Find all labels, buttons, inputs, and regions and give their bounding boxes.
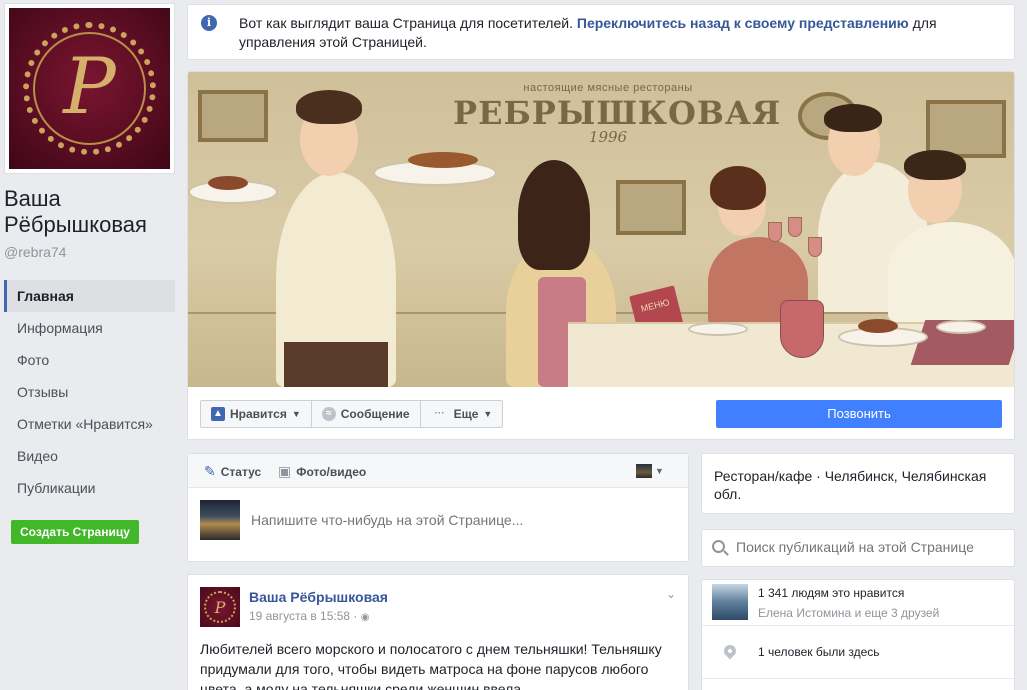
search-icon bbox=[712, 540, 725, 553]
laurel-wreath-icon bbox=[204, 591, 236, 623]
nav-item-videos[interactable]: Видео bbox=[4, 440, 175, 472]
profile-logo: P bbox=[9, 8, 170, 169]
call-button[interactable]: Позвонить bbox=[716, 400, 1002, 428]
nav-item-photos[interactable]: Фото bbox=[4, 344, 175, 376]
page-category[interactable]: Ресторан/кафе · Челябинск, Челябинская о… bbox=[714, 467, 1004, 503]
messenger-icon: ≈ bbox=[321, 407, 336, 421]
more-button[interactable]: ··· Еще ▼ bbox=[421, 401, 503, 427]
plate bbox=[688, 322, 748, 336]
notice-text-before: Вот как выглядит ваша Страница для посет… bbox=[239, 15, 573, 31]
create-page-button[interactable]: Создать Страницу bbox=[11, 520, 139, 544]
tab-status[interactable]: ✎ Статус bbox=[204, 463, 261, 480]
caret-down-icon: ▼ bbox=[291, 409, 301, 419]
page-handle[interactable]: @rebra74 bbox=[4, 244, 66, 260]
more-button-label: Еще bbox=[453, 407, 479, 421]
wall-picture bbox=[616, 180, 686, 235]
woman-hair bbox=[518, 160, 590, 270]
man-hair bbox=[904, 150, 966, 180]
tab-photo-label: Фото/видео bbox=[296, 464, 367, 479]
avatar bbox=[200, 500, 240, 540]
nav-item-home[interactable]: Главная bbox=[4, 280, 175, 312]
more-dots-icon: ··· bbox=[434, 408, 445, 419]
caret-down-icon: ▼ bbox=[655, 466, 664, 476]
post-options-chevron-icon[interactable]: ⌄ bbox=[666, 587, 676, 601]
pencil-icon: ✎ bbox=[204, 463, 216, 479]
feed-post: P Ваша Рёбрышковая 19 августа в 15:58 · … bbox=[187, 574, 689, 690]
food bbox=[208, 176, 248, 190]
post-composer: ✎ Статус ▣ Фото/видео ▼ bbox=[187, 453, 689, 562]
cover-brand-name: РЕБРЫШКОВАЯ bbox=[453, 94, 782, 132]
like-button-label: Нравится bbox=[230, 407, 287, 421]
left-column: P Ваша Рёбрышковая @rebra74 Главная Инфо… bbox=[0, 0, 180, 690]
post-author[interactable]: Ваша Рёбрышковая bbox=[249, 589, 388, 605]
nav-item-likes[interactable]: Отметки «Нравится» bbox=[4, 408, 175, 440]
page-nav: Главная Информация Фото Отзывы Отметки «… bbox=[4, 280, 175, 504]
tab-photo-video[interactable]: ▣ Фото/видео bbox=[278, 463, 366, 480]
profile-picture[interactable]: P bbox=[4, 3, 175, 174]
friends-who-like[interactable]: Елена Истомина и еще 3 друзей bbox=[758, 606, 939, 620]
post-avatar[interactable]: P bbox=[200, 587, 240, 627]
logo-letter: P bbox=[63, 41, 116, 132]
camera-icon: ▣ bbox=[278, 463, 292, 479]
caret-down-icon: ▼ bbox=[483, 409, 493, 419]
nav-item-info[interactable]: Информация bbox=[4, 312, 175, 344]
tab-status-label: Статус bbox=[220, 464, 262, 479]
checkins-count[interactable]: 1 человек были здесь bbox=[758, 645, 880, 659]
post-time-text: 19 августа в 15:58 · bbox=[249, 609, 361, 623]
like-button[interactable]: ▲ Нравится ▼ bbox=[201, 401, 312, 427]
page-title[interactable]: Ваша Рёбрышковая bbox=[4, 186, 179, 238]
wine-glass bbox=[788, 217, 802, 237]
wall-picture bbox=[198, 90, 268, 142]
message-button[interactable]: ≈ Сообщение bbox=[312, 401, 421, 427]
page-thumbnail bbox=[636, 464, 652, 478]
search-input[interactable] bbox=[736, 539, 1006, 555]
cover-card: настоящие мясные рестораны РЕБРЫШКОВАЯ 1… bbox=[187, 71, 1015, 440]
action-button-group: ▲ Нравится ▼ ≈ Сообщение ··· Еще ▼ bbox=[200, 400, 504, 428]
friend-avatar[interactable] bbox=[712, 584, 748, 620]
globe-icon: ◉ bbox=[360, 612, 370, 623]
composer-body bbox=[200, 500, 680, 544]
likes-row: 1 341 людям это нравится Елена Истомина … bbox=[702, 580, 1014, 626]
nav-item-reviews[interactable]: Отзывы bbox=[4, 376, 175, 408]
cover-photo[interactable]: настоящие мясные рестораны РЕБРЫШКОВАЯ 1… bbox=[188, 72, 1014, 387]
menu-book-label: МЕНЮ bbox=[639, 297, 671, 314]
composer-tabs: ✎ Статус ▣ Фото/видео ▼ bbox=[188, 454, 688, 488]
wine-decanter bbox=[780, 300, 824, 358]
category-card: Ресторан/кафе · Челябинск, Челябинская о… bbox=[701, 453, 1015, 514]
wine-glass bbox=[768, 222, 782, 242]
composer-input[interactable] bbox=[251, 512, 671, 528]
waiter2-hair bbox=[824, 104, 882, 132]
cover-actions: ▲ Нравится ▼ ≈ Сообщение ··· Еще ▼ Позво… bbox=[188, 387, 1014, 439]
cover-brand-year: 1996 bbox=[588, 128, 628, 146]
plate bbox=[936, 320, 986, 334]
cover-brand-subtitle: настоящие мясные рестораны bbox=[523, 82, 693, 94]
man-figure bbox=[888, 222, 1014, 322]
wine-glass bbox=[808, 237, 822, 257]
checkins-row: 1 человек были здесь bbox=[702, 627, 1014, 679]
page-search bbox=[701, 529, 1015, 567]
post-as-selector[interactable]: ▼ bbox=[636, 463, 664, 479]
food bbox=[858, 319, 898, 333]
woman2-hair bbox=[710, 166, 766, 210]
message-button-label: Сообщение bbox=[340, 407, 410, 421]
likes-count[interactable]: 1 341 людям это нравится bbox=[758, 586, 904, 600]
switch-back-link[interactable]: Переключитесь назад к своему представлен… bbox=[577, 15, 909, 31]
post-timestamp[interactable]: 19 августа в 15:58 · ◉ bbox=[249, 609, 369, 623]
page-stats-card: 1 341 людям это нравится Елена Истомина … bbox=[701, 579, 1015, 690]
visitor-view-notice: i Вот как выглядит ваша Страница для пос… bbox=[187, 4, 1015, 60]
thumbs-up-icon: ▲ bbox=[211, 407, 225, 421]
location-pin-icon bbox=[721, 642, 739, 660]
waiter-hair bbox=[296, 90, 362, 124]
waiter-apron bbox=[284, 342, 388, 387]
food bbox=[408, 152, 478, 168]
info-icon: i bbox=[201, 15, 217, 31]
notice-text: Вот как выглядит ваша Страница для посет… bbox=[239, 14, 999, 52]
nav-item-posts[interactable]: Публикации bbox=[4, 472, 175, 504]
post-text: Любителей всего морского и полосатого с … bbox=[200, 641, 662, 690]
